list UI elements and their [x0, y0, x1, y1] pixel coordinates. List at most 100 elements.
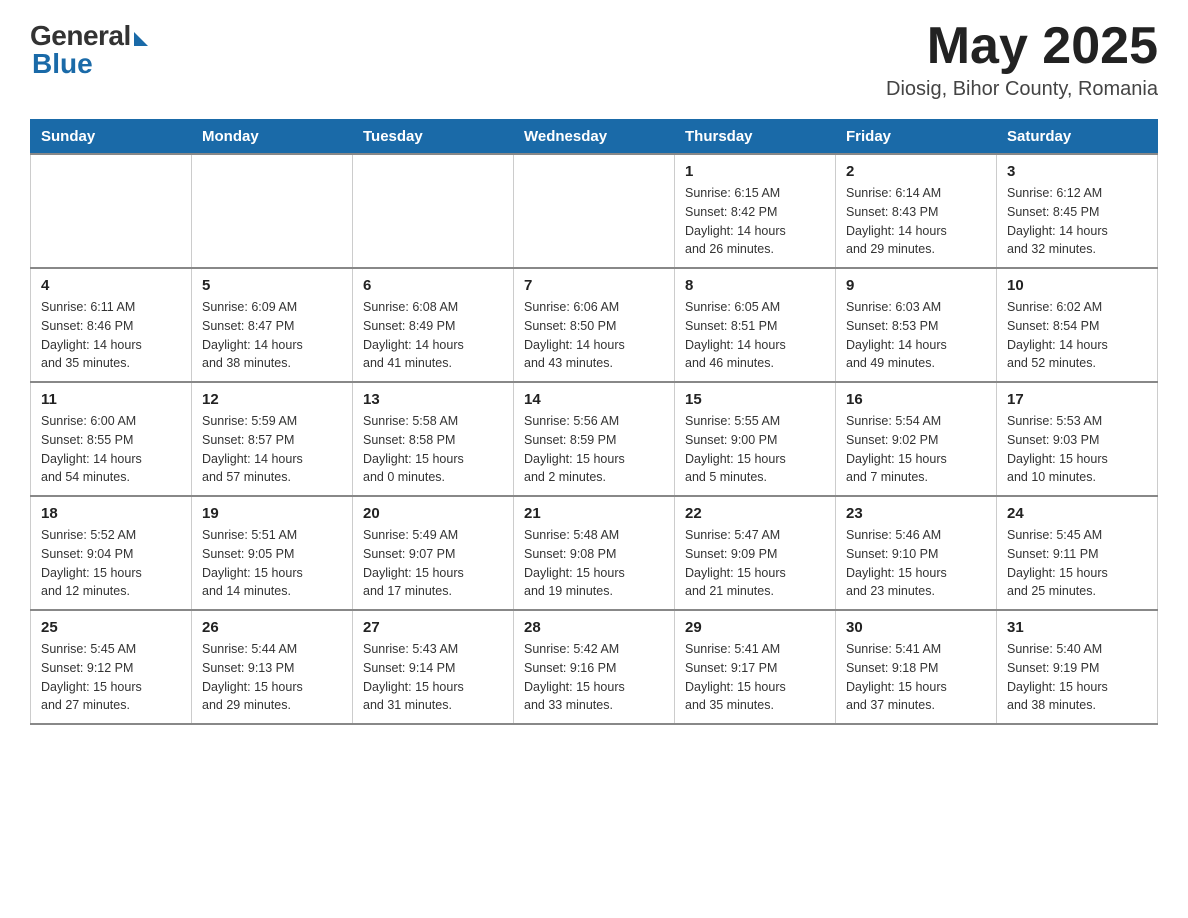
day-number: 20: [363, 505, 503, 522]
day-number: 14: [524, 391, 664, 408]
day-info: Sunrise: 5:41 AM Sunset: 9:18 PM Dayligh…: [846, 640, 986, 715]
calendar-cell: 18 Sunrise: 5:52 AM Sunset: 9:04 PM Dayli…: [31, 496, 192, 610]
day-info: Sunrise: 5:56 AM Sunset: 8:59 PM Dayligh…: [524, 412, 664, 487]
calendar-cell: 5 Sunrise: 6:09 AM Sunset: 8:47 PM Daylig…: [192, 268, 353, 382]
weekday-header-thursday: Thursday: [675, 120, 836, 155]
calendar-cell: 8 Sunrise: 6:05 AM Sunset: 8:51 PM Daylig…: [675, 268, 836, 382]
calendar-cell: 3 Sunrise: 6:12 AM Sunset: 8:45 PM Daylig…: [997, 154, 1158, 268]
day-number: 24: [1007, 505, 1147, 522]
day-info: Sunrise: 5:58 AM Sunset: 8:58 PM Dayligh…: [363, 412, 503, 487]
weekday-header-friday: Friday: [836, 120, 997, 155]
day-info: Sunrise: 5:41 AM Sunset: 9:17 PM Dayligh…: [685, 640, 825, 715]
week-row-4: 18 Sunrise: 5:52 AM Sunset: 9:04 PM Dayli…: [31, 496, 1158, 610]
day-info: Sunrise: 5:47 AM Sunset: 9:09 PM Dayligh…: [685, 526, 825, 601]
day-number: 13: [363, 391, 503, 408]
weekday-header-saturday: Saturday: [997, 120, 1158, 155]
day-number: 7: [524, 277, 664, 294]
day-number: 30: [846, 619, 986, 636]
day-info: Sunrise: 6:09 AM Sunset: 8:47 PM Dayligh…: [202, 298, 342, 373]
day-number: 15: [685, 391, 825, 408]
page-header: General Blue May 2025 Diosig, Bihor Coun…: [30, 20, 1158, 101]
day-info: Sunrise: 6:11 AM Sunset: 8:46 PM Dayligh…: [41, 298, 181, 373]
day-number: 3: [1007, 163, 1147, 180]
calendar-cell: 16Sunrise: 5:54 AM Sunset: 9:02 PM Dayli…: [836, 382, 997, 496]
calendar-body: 1 Sunrise: 6:15 AM Sunset: 8:42 PM Daylig…: [31, 154, 1158, 724]
logo-blue-text: Blue: [32, 48, 93, 80]
day-info: Sunrise: 5:55 AM Sunset: 9:00 PM Dayligh…: [685, 412, 825, 487]
day-info: Sunrise: 5:51 AM Sunset: 9:05 PM Dayligh…: [202, 526, 342, 601]
weekday-header-row: SundayMondayTuesdayWednesdayThursdayFrid…: [31, 120, 1158, 155]
day-info: Sunrise: 5:52 AM Sunset: 9:04 PM Dayligh…: [41, 526, 181, 601]
calendar-cell: 24 Sunrise: 5:45 AM Sunset: 9:11 PM Dayli…: [997, 496, 1158, 610]
calendar-cell: [192, 154, 353, 268]
day-info: Sunrise: 6:05 AM Sunset: 8:51 PM Dayligh…: [685, 298, 825, 373]
calendar-cell: 19 Sunrise: 5:51 AM Sunset: 9:05 PM Dayli…: [192, 496, 353, 610]
day-info: Sunrise: 6:15 AM Sunset: 8:42 PM Dayligh…: [685, 184, 825, 259]
calendar-header: SundayMondayTuesdayWednesdayThursdayFrid…: [31, 120, 1158, 155]
day-info: Sunrise: 6:08 AM Sunset: 8:49 PM Dayligh…: [363, 298, 503, 373]
day-number: 25: [41, 619, 181, 636]
day-number: 8: [685, 277, 825, 294]
weekday-header-tuesday: Tuesday: [353, 120, 514, 155]
logo: General Blue: [30, 20, 148, 80]
day-number: 23: [846, 505, 986, 522]
day-info: Sunrise: 6:02 AM Sunset: 8:54 PM Dayligh…: [1007, 298, 1147, 373]
calendar-table: SundayMondayTuesdayWednesdayThursdayFrid…: [30, 119, 1158, 725]
week-row-2: 4 Sunrise: 6:11 AM Sunset: 8:46 PM Daylig…: [31, 268, 1158, 382]
calendar-cell: 21Sunrise: 5:48 AM Sunset: 9:08 PM Dayli…: [514, 496, 675, 610]
calendar-cell: 30 Sunrise: 5:41 AM Sunset: 9:18 PM Dayli…: [836, 610, 997, 724]
day-number: 2: [846, 163, 986, 180]
calendar-cell: 15 Sunrise: 5:55 AM Sunset: 9:00 PM Dayli…: [675, 382, 836, 496]
calendar-cell: 23 Sunrise: 5:46 AM Sunset: 9:10 PM Dayli…: [836, 496, 997, 610]
day-info: Sunrise: 5:53 AM Sunset: 9:03 PM Dayligh…: [1007, 412, 1147, 487]
day-info: Sunrise: 5:42 AM Sunset: 9:16 PM Dayligh…: [524, 640, 664, 715]
day-number: 9: [846, 277, 986, 294]
day-info: Sunrise: 5:46 AM Sunset: 9:10 PM Dayligh…: [846, 526, 986, 601]
calendar-cell: 12 Sunrise: 5:59 AM Sunset: 8:57 PM Dayli…: [192, 382, 353, 496]
calendar-cell: 9 Sunrise: 6:03 AM Sunset: 8:53 PM Daylig…: [836, 268, 997, 382]
week-row-3: 11 Sunrise: 6:00 AM Sunset: 8:55 PM Dayli…: [31, 382, 1158, 496]
calendar-cell: 1 Sunrise: 6:15 AM Sunset: 8:42 PM Daylig…: [675, 154, 836, 268]
day-number: 5: [202, 277, 342, 294]
day-number: 12: [202, 391, 342, 408]
day-info: Sunrise: 5:45 AM Sunset: 9:12 PM Dayligh…: [41, 640, 181, 715]
day-number: 26: [202, 619, 342, 636]
month-year-title: May 2025: [886, 20, 1158, 72]
calendar-cell: 20Sunrise: 5:49 AM Sunset: 9:07 PM Dayli…: [353, 496, 514, 610]
calendar-cell: 26 Sunrise: 5:44 AM Sunset: 9:13 PM Dayli…: [192, 610, 353, 724]
day-info: Sunrise: 6:00 AM Sunset: 8:55 PM Dayligh…: [41, 412, 181, 487]
logo-arrow-icon: [134, 32, 148, 46]
location-subtitle: Diosig, Bihor County, Romania: [886, 78, 1158, 101]
day-number: 22: [685, 505, 825, 522]
calendar-cell: 14 Sunrise: 5:56 AM Sunset: 8:59 PM Dayli…: [514, 382, 675, 496]
calendar-cell: 28Sunrise: 5:42 AM Sunset: 9:16 PM Dayli…: [514, 610, 675, 724]
day-number: 4: [41, 277, 181, 294]
calendar-cell: 11 Sunrise: 6:00 AM Sunset: 8:55 PM Dayli…: [31, 382, 192, 496]
calendar-cell: [353, 154, 514, 268]
day-number: 29: [685, 619, 825, 636]
calendar-cell: [514, 154, 675, 268]
day-info: Sunrise: 6:14 AM Sunset: 8:43 PM Dayligh…: [846, 184, 986, 259]
weekday-header-wednesday: Wednesday: [514, 120, 675, 155]
week-row-5: 25 Sunrise: 5:45 AM Sunset: 9:12 PM Dayli…: [31, 610, 1158, 724]
day-number: 19: [202, 505, 342, 522]
week-row-1: 1 Sunrise: 6:15 AM Sunset: 8:42 PM Daylig…: [31, 154, 1158, 268]
day-number: 10: [1007, 277, 1147, 294]
day-info: Sunrise: 5:44 AM Sunset: 9:13 PM Dayligh…: [202, 640, 342, 715]
calendar-cell: [31, 154, 192, 268]
calendar-cell: 4 Sunrise: 6:11 AM Sunset: 8:46 PM Daylig…: [31, 268, 192, 382]
calendar-cell: 29 Sunrise: 5:41 AM Sunset: 9:17 PM Dayli…: [675, 610, 836, 724]
day-number: 16: [846, 391, 986, 408]
day-number: 1: [685, 163, 825, 180]
day-number: 18: [41, 505, 181, 522]
day-number: 17: [1007, 391, 1147, 408]
day-info: Sunrise: 6:12 AM Sunset: 8:45 PM Dayligh…: [1007, 184, 1147, 259]
day-info: Sunrise: 5:45 AM Sunset: 9:11 PM Dayligh…: [1007, 526, 1147, 601]
day-number: 11: [41, 391, 181, 408]
day-number: 27: [363, 619, 503, 636]
day-number: 21: [524, 505, 664, 522]
title-block: May 2025 Diosig, Bihor County, Romania: [886, 20, 1158, 101]
day-info: Sunrise: 6:03 AM Sunset: 8:53 PM Dayligh…: [846, 298, 986, 373]
day-info: Sunrise: 5:59 AM Sunset: 8:57 PM Dayligh…: [202, 412, 342, 487]
calendar-cell: 2 Sunrise: 6:14 AM Sunset: 8:43 PM Daylig…: [836, 154, 997, 268]
